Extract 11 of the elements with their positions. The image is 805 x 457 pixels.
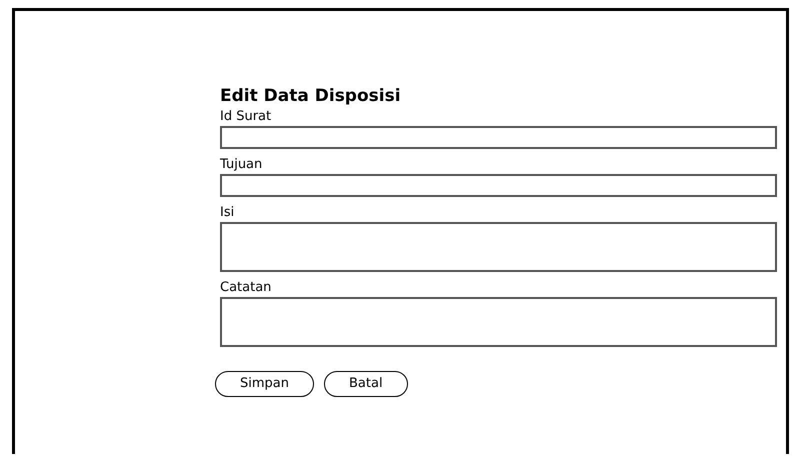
field-label: Isi xyxy=(220,204,236,221)
form-title: Edit Data Disposisi xyxy=(220,85,402,107)
form-button[interactable]: Batal xyxy=(324,371,408,397)
text-area[interactable] xyxy=(220,297,777,347)
text-area[interactable] xyxy=(220,222,777,272)
field-label: Tujuan xyxy=(220,156,264,173)
field-label: Catatan xyxy=(220,279,272,296)
input-field[interactable] xyxy=(220,126,777,149)
input-field[interactable] xyxy=(220,174,777,197)
field-label: Id Surat xyxy=(220,108,272,125)
form-button[interactable]: Simpan xyxy=(215,371,314,397)
